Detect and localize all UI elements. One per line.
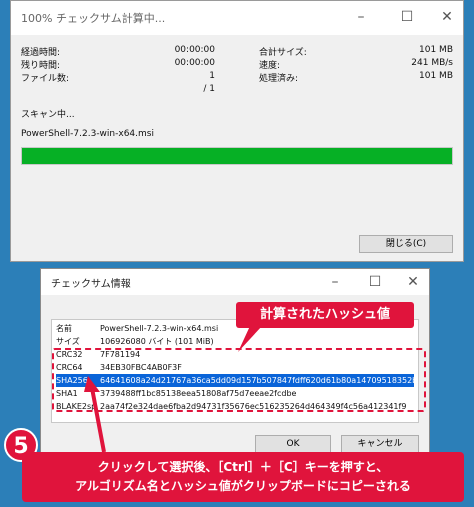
- instruction-note: クリックして選択後、［Ctrl］＋［C］キーを押すと、 アルゴリズム名とハッシュ…: [22, 452, 464, 502]
- arrow-line: [90, 387, 106, 453]
- instruction-line-1: クリックして選択後、［Ctrl］＋［C］キーを押すと、: [97, 460, 389, 474]
- pointer-arrows: [84, 326, 262, 453]
- arrow-head-icon: [84, 376, 100, 392]
- instruction-line-2: アルゴリズム名とハッシュ値がクリップボードにコピーされる: [75, 479, 411, 493]
- callout-pointer: [238, 326, 262, 352]
